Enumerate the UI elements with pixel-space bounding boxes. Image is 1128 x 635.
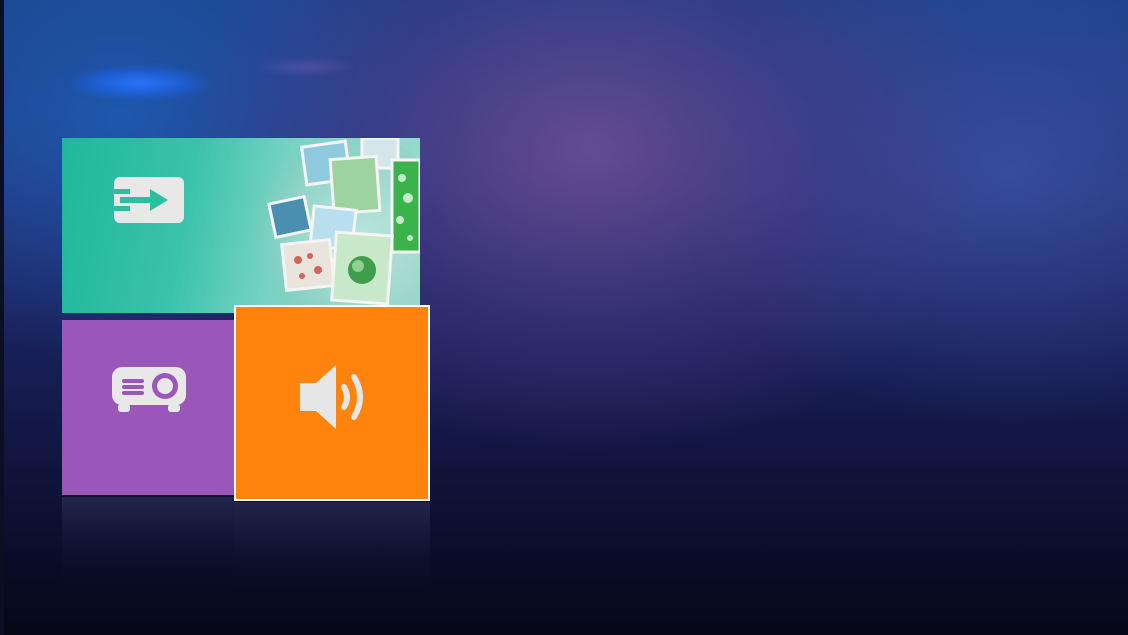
media-globe-artwork (252, 138, 420, 313)
screen-edge (0, 0, 4, 635)
speaker-icon (300, 365, 363, 429)
audio-tile-reflection (234, 502, 430, 592)
projector-tile[interactable] (62, 320, 234, 495)
header-glow (70, 66, 210, 100)
projector-icon (112, 367, 186, 412)
audio-tile[interactable] (234, 305, 430, 501)
input-source-icon (112, 177, 184, 223)
launcher-screen (0, 0, 1128, 635)
header-glow-secondary (255, 58, 355, 76)
input-source-tile[interactable] (62, 138, 420, 313)
projector-tile-reflection (62, 497, 234, 587)
